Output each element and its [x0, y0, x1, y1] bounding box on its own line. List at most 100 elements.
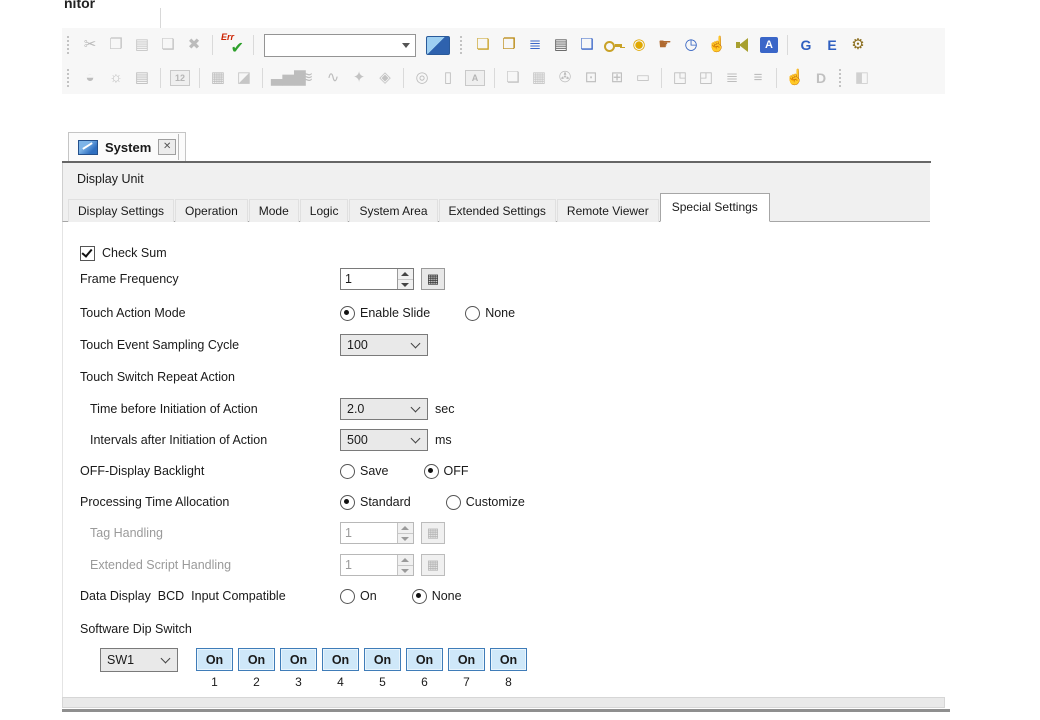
radio-backlight-save[interactable]: Save: [340, 464, 389, 479]
document-tab-system[interactable]: System ✕: [68, 132, 186, 161]
radio-selected-icon[interactable]: [340, 306, 355, 321]
radio-processing-customize[interactable]: Customize: [446, 495, 525, 510]
tab-system-area[interactable]: System Area: [349, 199, 437, 222]
scatter-graph-icon[interactable]: ≋: [297, 67, 317, 89]
csv-document-icon[interactable]: ▤: [551, 34, 571, 56]
frame-frequency-value[interactable]: 1: [341, 269, 397, 289]
xy-graph-icon[interactable]: ◈: [375, 67, 395, 89]
check-sum-checkbox[interactable]: Check Sum: [80, 240, 167, 266]
tab-mode[interactable]: Mode: [249, 199, 299, 222]
radio-bcd-on[interactable]: On: [340, 589, 377, 604]
date-display-icon[interactable]: 12: [170, 70, 190, 86]
tab-special-settings[interactable]: Special Settings: [660, 193, 770, 222]
tab-extended-settings[interactable]: Extended Settings: [439, 199, 556, 222]
tank-graph-icon[interactable]: ◎: [412, 67, 432, 89]
radio-selected-icon[interactable]: [340, 495, 355, 510]
data-grid-icon[interactable]: ▦: [208, 67, 228, 89]
dip-switch-4-button[interactable]: On: [322, 648, 359, 671]
partial-icon[interactable]: ◧: [852, 67, 872, 89]
global-dscript-icon[interactable]: G: [797, 37, 815, 53]
close-icon[interactable]: ✕: [158, 139, 176, 155]
speaker-icon[interactable]: [733, 34, 753, 56]
spin-down-icon[interactable]: [398, 280, 413, 290]
text-table-icon[interactable]: A: [760, 37, 778, 53]
time-before-combo[interactable]: 2.0: [340, 398, 428, 420]
screen-monitor-icon[interactable]: ⊡: [581, 67, 601, 89]
dip-selector-combo[interactable]: SW1: [100, 648, 178, 672]
horizontal-scrollbar[interactable]: [62, 697, 945, 708]
radio-enable-slide[interactable]: Enable Slide: [340, 306, 430, 321]
dip-switch-7-button[interactable]: On: [448, 648, 485, 671]
touch-ball-icon[interactable]: ☝: [707, 34, 727, 56]
hand-pointer-icon[interactable]: ☝: [785, 67, 805, 89]
radar-graph-icon[interactable]: ✦: [349, 67, 369, 89]
remote-monitor-icon[interactable]: ⊞: [607, 67, 627, 89]
tab-remote-viewer[interactable]: Remote Viewer: [557, 199, 659, 222]
security-keyhole-icon[interactable]: ◉: [629, 34, 649, 56]
dip-switch-8-button[interactable]: On: [490, 648, 527, 671]
dip-switch-5-button[interactable]: On: [364, 648, 401, 671]
special-window-icon[interactable]: ◰: [696, 67, 716, 89]
copy-icon[interactable]: ❐: [106, 34, 126, 56]
save-clipboard-icon[interactable]: ❏: [473, 34, 493, 56]
spin-up-icon[interactable]: [398, 269, 413, 280]
radio-backlight-off[interactable]: OFF: [424, 464, 469, 479]
grid-clock-icon[interactable]: ◷: [681, 34, 701, 56]
transfer-clipboard-icon[interactable]: ❐: [499, 34, 519, 56]
switch-part-icon[interactable]: ◒: [80, 67, 100, 89]
touch-jar-icon[interactable]: ☛: [655, 34, 675, 56]
clipped-menu-text[interactable]: nitor: [64, 0, 95, 12]
radio-icon[interactable]: [446, 495, 461, 510]
keypad-icon[interactable]: ▦: [421, 268, 445, 290]
keypad-part-icon[interactable]: ◪: [234, 67, 254, 89]
dscript-icon[interactable]: D: [812, 70, 830, 86]
radio-selected-icon[interactable]: [424, 464, 439, 479]
radio-icon[interactable]: [340, 464, 355, 479]
dip-switch-1-button[interactable]: On: [196, 648, 233, 671]
window-call-icon[interactable]: ◳: [670, 67, 690, 89]
radio-processing-standard[interactable]: Standard: [340, 495, 411, 510]
delete-icon[interactable]: ✖: [184, 34, 204, 56]
toolbar-grip[interactable]: [67, 69, 72, 87]
extended-dscript-icon[interactable]: E: [823, 37, 841, 53]
tab-logic[interactable]: Logic: [300, 199, 349, 222]
radio-icon[interactable]: [465, 306, 480, 321]
tab-display-settings[interactable]: Display Settings: [68, 199, 174, 222]
frame-frequency-spinner[interactable]: 1: [340, 268, 414, 290]
window-parts-icon[interactable]: ❏: [503, 67, 523, 89]
tab-operation[interactable]: Operation: [175, 199, 248, 222]
cut-icon[interactable]: ✂: [80, 34, 100, 56]
dip-switch-2-button[interactable]: On: [238, 648, 275, 671]
dip-switch-3-button[interactable]: On: [280, 648, 317, 671]
small-display-icon[interactable]: ▭: [633, 67, 653, 89]
movie-player-icon[interactable]: ✇: [555, 67, 575, 89]
checkbox-checked-icon[interactable]: [80, 246, 95, 261]
screen-preview-icon[interactable]: [426, 36, 450, 55]
toolbar-grip[interactable]: [839, 69, 844, 87]
error-check-icon[interactable]: Err✔: [221, 33, 245, 57]
dip-switch-6-button[interactable]: On: [406, 648, 443, 671]
message-display-icon[interactable]: ▤: [132, 67, 152, 89]
lamp-part-icon[interactable]: ☼: [106, 67, 126, 89]
toolbar-grip[interactable]: [67, 36, 72, 54]
historical-trend-icon[interactable]: ▯: [438, 67, 458, 89]
intervals-after-combo[interactable]: 500: [340, 429, 428, 451]
radio-selected-icon[interactable]: [412, 589, 427, 604]
sampling-cycle-combo[interactable]: 100: [340, 334, 428, 356]
radio-bcd-none[interactable]: None: [412, 589, 462, 604]
toolbar-grip[interactable]: [460, 36, 465, 54]
settings-list-icon[interactable]: ≣: [525, 34, 545, 56]
document-star-icon[interactable]: ❑: [577, 34, 597, 56]
radio-touch-none[interactable]: None: [465, 306, 515, 321]
alarm-list-icon[interactable]: ≣: [722, 67, 742, 89]
paste-icon[interactable]: ▤: [132, 34, 152, 56]
picture-text-icon[interactable]: A: [465, 70, 485, 86]
machine-clock-icon[interactable]: ⚙: [848, 34, 868, 56]
message-list-icon[interactable]: ≡: [748, 67, 768, 89]
radio-icon[interactable]: [340, 589, 355, 604]
key-icon[interactable]: [603, 34, 623, 56]
screen-select-combo[interactable]: [264, 34, 416, 57]
line-graph-icon[interactable]: ∿: [323, 67, 343, 89]
paste-special-icon[interactable]: ❏: [158, 34, 178, 56]
bar-graph-icon[interactable]: ▃▅▇: [271, 67, 291, 89]
